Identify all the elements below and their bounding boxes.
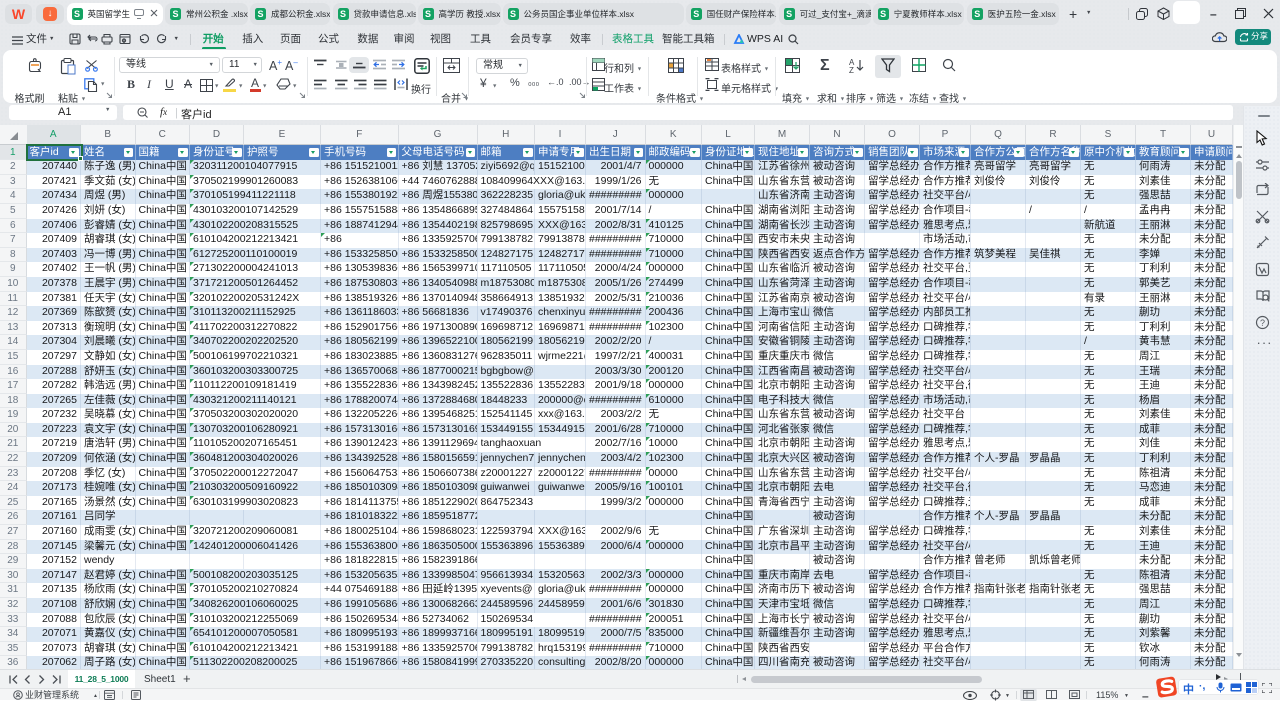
svg-text:?: ? [1260,318,1265,328]
svg-text:Z: Z [849,66,854,73]
